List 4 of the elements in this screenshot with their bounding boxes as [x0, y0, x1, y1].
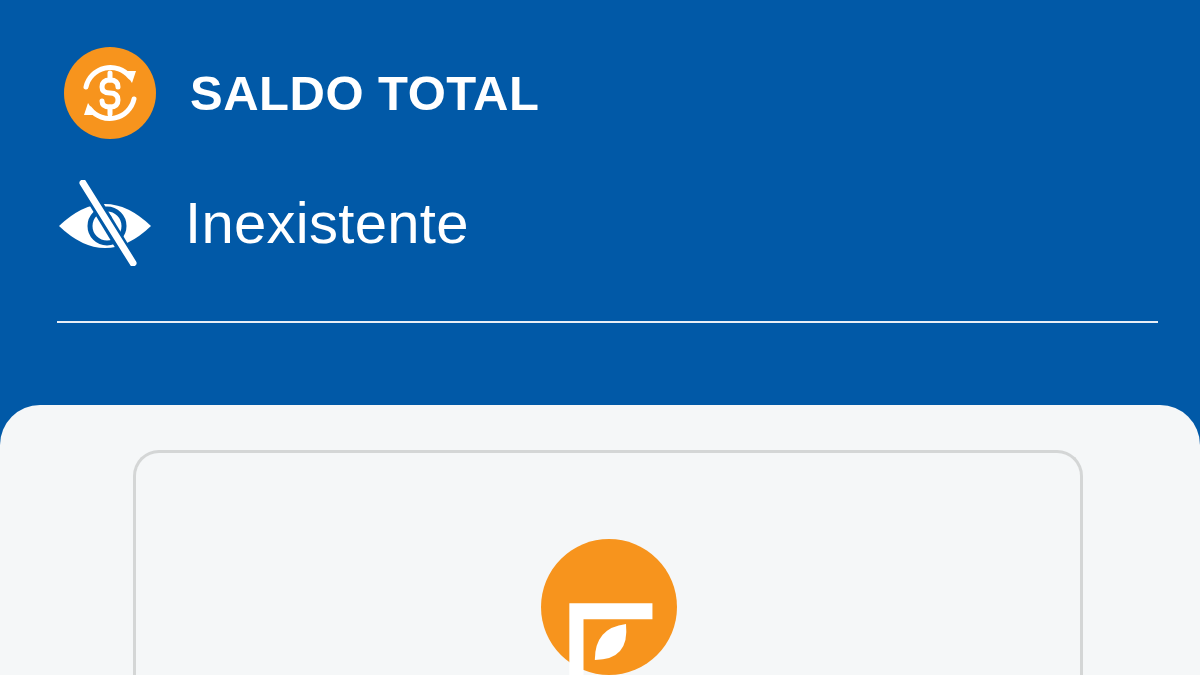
- eye-slash-icon[interactable]: [57, 180, 153, 266]
- currency-exchange-icon: [64, 47, 156, 139]
- balance-value: Inexistente: [185, 194, 469, 252]
- balance-title: SALDO TOTAL: [190, 68, 540, 118]
